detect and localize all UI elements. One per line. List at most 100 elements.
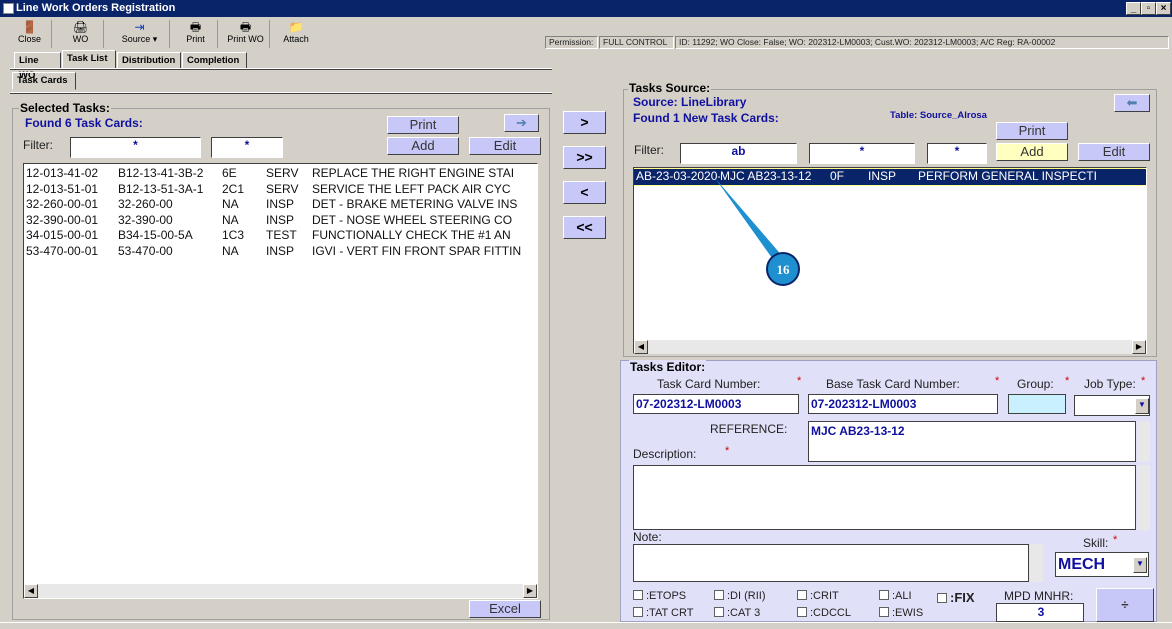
task-card-number-input[interactable]: 07-202312-LM0003 xyxy=(633,394,799,414)
tab-line-wo[interactable]: Line WO xyxy=(14,52,61,81)
job-type-select[interactable]: ▼ xyxy=(1074,395,1150,416)
note-scrollbar[interactable] xyxy=(1030,544,1043,582)
subtab-divider xyxy=(10,92,552,94)
remove-all-button[interactable]: << xyxy=(563,216,606,239)
source-filter-2[interactable]: * xyxy=(809,143,915,164)
checkbox-box[interactable] xyxy=(937,593,947,603)
table-row[interactable]: 32-260-00-01 32-260-00 NA INSP DET - BRAKE M… xyxy=(24,197,537,213)
scroll-left-button[interactable]: ◀ xyxy=(24,584,38,598)
reference-input[interactable]: MJC AB23-13-12 xyxy=(808,421,1136,462)
checkbox-box[interactable] xyxy=(797,590,807,600)
checkbox-etops[interactable]: :ETOPS xyxy=(633,590,686,602)
cell: 12-013-51-01 xyxy=(26,181,99,196)
group-label: Group: xyxy=(1017,377,1054,391)
note-input[interactable] xyxy=(633,544,1029,582)
table-row[interactable]: 34-015-00-01 B34-15-00-5A 1C3 TEST FUNCTIONA… xyxy=(24,228,537,244)
cell: 2C1 xyxy=(222,181,245,196)
checkbox-label: :ALI xyxy=(892,590,912,602)
toolbar-attach-button[interactable]: 📁 Attach xyxy=(274,20,318,48)
cell: 12-013-41-02 xyxy=(26,166,99,180)
description-input[interactable] xyxy=(633,465,1136,530)
checkbox-box[interactable] xyxy=(633,607,643,617)
selected-add-button[interactable]: Add xyxy=(387,137,459,155)
checkbox-box[interactable] xyxy=(879,590,889,600)
checkbox-box[interactable] xyxy=(633,590,643,600)
toolbar-close-button[interactable]: 🚪 Close xyxy=(8,20,52,48)
source-add-button[interactable]: Add xyxy=(996,143,1068,161)
table-row[interactable]: 32-390-00-01 32-390-00 NA INSP DET - NOSE WH… xyxy=(24,213,537,229)
chevron-down-icon[interactable]: ▼ xyxy=(1135,398,1149,414)
maximize-button[interactable]: ▫ xyxy=(1141,2,1156,15)
selected-hscrollbar[interactable]: ◀ ▶ xyxy=(24,584,537,598)
tab-distribution[interactable]: Distribution xyxy=(117,52,181,69)
description-scrollbar[interactable] xyxy=(1137,465,1150,530)
subtab-task-cards[interactable]: Task Cards xyxy=(12,72,76,90)
source-hscrollbar[interactable]: ◀ ▶ xyxy=(634,340,1146,354)
checkbox-cdccl[interactable]: :CDCCL xyxy=(797,607,851,619)
checkbox-box[interactable] xyxy=(879,607,889,617)
selected-edit-button[interactable]: Edit xyxy=(469,137,541,155)
scroll-left-button[interactable]: ◀ xyxy=(634,340,648,354)
add-one-button[interactable]: > xyxy=(563,111,606,134)
checkbox-cat-3[interactable]: :CAT 3 xyxy=(714,607,760,619)
chevron-down-icon[interactable]: ▼ xyxy=(1133,557,1147,573)
checkbox-label: :CRIT xyxy=(810,590,839,602)
toolbar-print-wo-button[interactable]: 🖶 Print WO xyxy=(222,20,270,48)
description-label: Description: xyxy=(633,447,697,461)
calculate-button[interactable]: ÷ xyxy=(1096,588,1154,622)
toolbar-wo-button[interactable]: 🖨 WO xyxy=(58,20,104,48)
minimize-button[interactable]: _ xyxy=(1126,2,1141,15)
checkbox-box[interactable] xyxy=(797,607,807,617)
toolbar-label: Print WO xyxy=(227,34,264,44)
move-left-button[interactable]: ⬅ xyxy=(1114,94,1150,112)
excel-button[interactable]: Excel xyxy=(469,600,541,618)
group-input[interactable] xyxy=(1008,394,1066,414)
selected-found-count: Found 6 Task Cards: xyxy=(25,116,143,130)
checkbox-box[interactable] xyxy=(714,590,724,600)
source-filter-label: Filter: xyxy=(634,143,664,157)
window-title: Line Work Orders Registration xyxy=(0,0,1172,17)
selected-filter-1[interactable]: * xyxy=(70,137,201,158)
source-filter-1[interactable]: ab xyxy=(680,143,797,164)
checkbox-fix[interactable]: :FIX xyxy=(937,590,975,605)
checkbox-ewis[interactable]: :EWIS xyxy=(879,607,923,619)
paperclip-folder-icon: 📁 xyxy=(288,20,304,34)
scroll-right-button[interactable]: ▶ xyxy=(523,584,537,598)
cell: 6E xyxy=(222,166,237,180)
tab-task-list[interactable]: Task List xyxy=(62,50,116,69)
move-right-button[interactable]: ➔ xyxy=(504,114,539,132)
checkbox-ali[interactable]: :ALI xyxy=(879,590,912,602)
close-window-button[interactable]: × xyxy=(1156,2,1171,15)
cell: FUNCTIONALLY CHECK THE #1 AN xyxy=(312,228,511,242)
base-task-card-input[interactable]: 07-202312-LM0003 xyxy=(808,394,998,414)
checkbox-label: :DI (RII) xyxy=(727,590,766,602)
mpd-mnhr-label: MPD MNHR: xyxy=(1004,589,1074,603)
selected-filter-2[interactable]: * xyxy=(211,137,283,158)
checkbox-box[interactable] xyxy=(714,607,724,617)
checkbox-tat-crt[interactable]: :TAT CRT xyxy=(633,607,693,619)
source-edit-button[interactable]: Edit xyxy=(1078,143,1150,161)
table-row[interactable]: 53-470-00-01 53-470-00 NA INSP IGVI - VERT F… xyxy=(24,244,537,260)
arrow-left-icon: ⬅ xyxy=(1126,95,1138,110)
checkbox-crit[interactable]: :CRIT xyxy=(797,590,839,602)
scroll-right-button[interactable]: ▶ xyxy=(1132,340,1146,354)
remove-one-button[interactable]: < xyxy=(563,181,606,204)
selected-print-button[interactable]: Print xyxy=(387,116,459,134)
selected-tasks-list[interactable]: 12-013-41-02 B12-13-41-3B-2 6E SERV REPLACE … xyxy=(23,163,538,599)
toolbar-source-button[interactable]: ⇥ Source ▾ xyxy=(110,20,170,48)
task-card-number-label: Task Card Number: xyxy=(657,377,761,391)
source-print-button[interactable]: Print xyxy=(996,122,1068,140)
mpd-mnhr-input[interactable]: 3 xyxy=(996,603,1084,622)
reference-scrollbar[interactable] xyxy=(1137,421,1150,462)
table-row[interactable]: 12-013-41-02 B12-13-41-3B-2 6E SERV REPLACE … xyxy=(24,166,537,182)
calculator-icon: ÷ xyxy=(1121,597,1129,612)
source-filter-3[interactable]: * xyxy=(927,143,987,164)
tab-completion[interactable]: Completion xyxy=(182,52,247,69)
checkbox-label: :CAT 3 xyxy=(727,607,761,619)
table-row[interactable]: 12-013-51-01 B12-13-51-3A-1 2C1 SERV SERVICE… xyxy=(24,182,537,198)
toolbar-print-button[interactable]: 🖶 Print xyxy=(174,20,218,48)
checkbox-di-rii-[interactable]: :DI (RII) xyxy=(714,590,766,602)
skill-select[interactable]: MECH ▼ xyxy=(1055,552,1149,577)
add-all-button[interactable]: >> xyxy=(563,146,606,169)
toolbar-label: WO xyxy=(72,34,89,44)
